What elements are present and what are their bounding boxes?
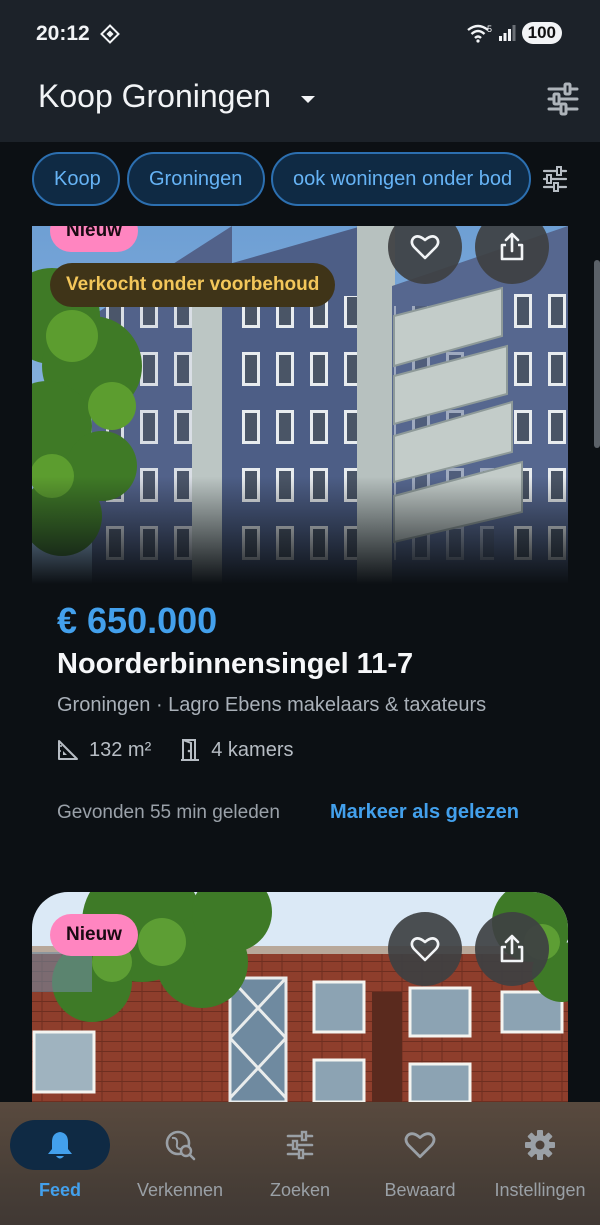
filter-chips: Koop Groningen ook woningen onder bod xyxy=(0,152,600,210)
listing-card[interactable]: Nieuw xyxy=(32,892,568,1102)
gear-icon xyxy=(525,1130,555,1160)
nav-feed[interactable]: Feed xyxy=(0,1120,120,1201)
app-notification-icon xyxy=(100,24,120,44)
new-badge: Nieuw xyxy=(50,914,138,956)
listing-specs: 132 m² 4 kamers xyxy=(57,738,322,762)
share-icon xyxy=(500,934,524,963)
listing-photo[interactable]: Nieuw Verkocht onder voorbehoud xyxy=(32,226,568,584)
nav-feed-label: Feed xyxy=(38,1180,81,1200)
cell-signal-icon xyxy=(498,25,516,41)
spec-area-value: 132 m² xyxy=(89,738,152,761)
nav-zoeken-label: Zoeken xyxy=(269,1180,331,1200)
chip-groningen[interactable]: Groningen xyxy=(127,152,265,206)
share-icon xyxy=(500,232,524,261)
nav-instellingen[interactable]: Instellingen xyxy=(480,1120,600,1201)
status-bar: 20:12 5 100 xyxy=(0,0,600,68)
share-button[interactable] xyxy=(475,912,549,986)
spec-area: 132 m² xyxy=(57,739,151,762)
status-indicators: 5 100 xyxy=(466,22,562,44)
page-title[interactable]: Koop Groningen xyxy=(38,78,271,115)
chip-ook-woningen-onder-bod[interactable]: ook woningen onder bod xyxy=(271,152,531,206)
nav-feed-indicator xyxy=(10,1120,110,1170)
nav-verkennen[interactable]: Verkennen xyxy=(120,1120,240,1201)
door-icon xyxy=(181,739,200,761)
heart-icon xyxy=(410,937,440,962)
caret-down-icon[interactable] xyxy=(298,94,318,106)
status-badge: Verkocht onder voorbehoud xyxy=(50,263,336,307)
listing-photo[interactable]: Nieuw xyxy=(32,892,568,1102)
nav-verkennen-label: Verkennen xyxy=(136,1180,224,1200)
listing-price: € 650.000 xyxy=(57,600,218,641)
nav-bewaard-label: Bewaard xyxy=(384,1180,456,1200)
chip-koop[interactable]: Koop xyxy=(32,152,120,206)
area-icon xyxy=(58,740,78,760)
mark-read-button[interactable]: Markeer als gelezen xyxy=(330,801,519,824)
listing-card[interactable]: Nieuw Verkocht onder voorbehoud € 650.00… xyxy=(32,226,568,856)
edit-filters-icon[interactable] xyxy=(542,166,568,192)
nav-bewaard[interactable]: Bewaard xyxy=(360,1120,480,1201)
found-timestamp: Gevonden 55 min geleden xyxy=(57,802,280,823)
battery-indicator: 100 xyxy=(521,22,562,44)
new-badge: Nieuw xyxy=(50,226,138,252)
spec-rooms: 4 kamers xyxy=(179,738,294,762)
scrollbar[interactable] xyxy=(594,260,600,448)
status-time: 20:12 xyxy=(36,22,90,45)
network-type: 5 xyxy=(487,24,492,34)
bottom-navigation: Feed Verkennen Zoeken Bewaard Instelling… xyxy=(0,1102,600,1225)
bell-icon xyxy=(48,1132,72,1159)
listing-address: Noorderbinnensingel 11-7 xyxy=(57,648,414,680)
heart-icon xyxy=(404,1132,436,1159)
filter-settings-icon[interactable] xyxy=(546,82,580,116)
favorite-button[interactable] xyxy=(388,912,462,986)
heart-icon xyxy=(410,235,440,260)
spec-rooms-value: 4 kamers xyxy=(211,738,294,761)
explore-icon xyxy=(165,1130,196,1161)
wifi-icon: 5 xyxy=(466,24,492,43)
listing-location-agent: Groningen · Lagro Ebens makelaars & taxa… xyxy=(57,694,487,716)
app-bar: Koop Groningen xyxy=(0,68,600,142)
nav-zoeken[interactable]: Zoeken xyxy=(240,1120,360,1201)
nav-instellingen-label: Instellingen xyxy=(494,1180,586,1200)
sliders-icon xyxy=(286,1130,314,1160)
